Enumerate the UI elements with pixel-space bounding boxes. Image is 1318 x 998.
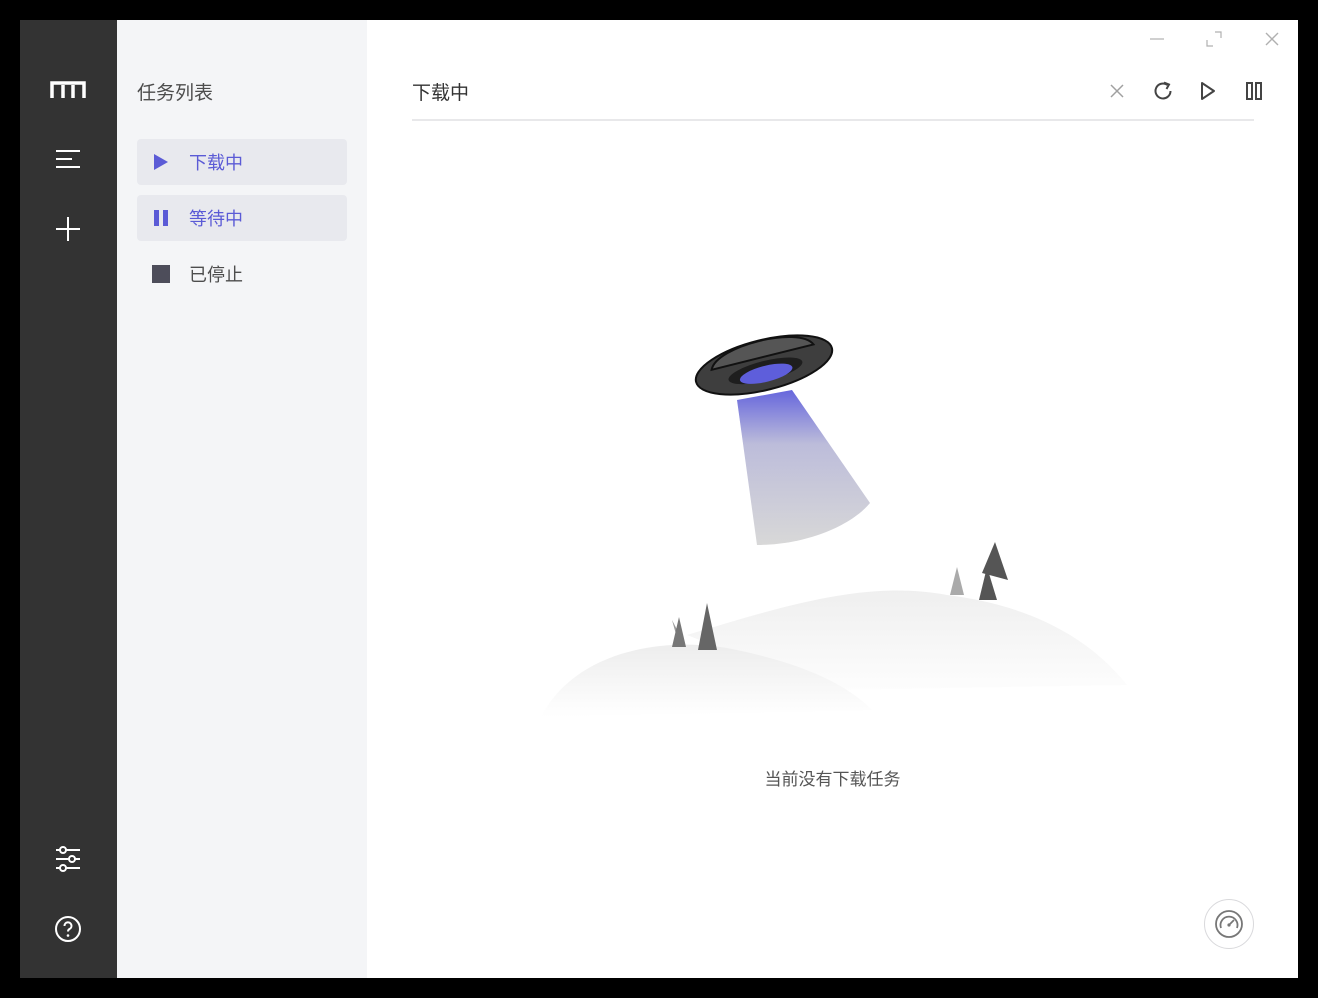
sliders-icon[interactable] [44,835,92,883]
refresh-icon[interactable] [1148,76,1178,106]
menu-lines-icon[interactable] [44,135,92,183]
app-window: 任务列表 下载中 等待中 已停止 下载中 当前没有下载任务 [20,20,1298,978]
speedometer-icon[interactable] [1204,899,1254,949]
nav-rail [20,20,117,978]
play-outline-icon[interactable] [1193,76,1223,106]
sidebar-item-stopped[interactable]: 已停止 [137,251,347,297]
play-icon [151,152,171,172]
sidebar-item-label: 已停止 [189,265,243,286]
sidebar-item-downloading[interactable]: 下载中 [137,139,347,185]
maximize-icon[interactable] [1197,24,1231,54]
close-icon[interactable] [1255,24,1289,54]
clear-icon[interactable] [1102,76,1132,106]
sidebar-item-label: 等待中 [189,209,243,230]
empty-state-text: 当前没有下载任务 [764,770,901,790]
motrix-logo-icon[interactable] [44,66,92,114]
page-title: 下载中 [412,82,470,104]
question-circle-icon[interactable] [44,905,92,953]
minimize-icon[interactable] [1140,24,1174,54]
header-divider [412,119,1254,121]
main-panel: 下载中 当前没有下载任务 [367,20,1298,978]
sidebar-item-waiting[interactable]: 等待中 [137,195,347,241]
stop-icon [151,264,171,284]
pause-icon [151,208,171,228]
sidebar-item-label: 下载中 [189,153,243,174]
pause-outline-icon[interactable] [1239,76,1269,106]
plus-icon[interactable] [44,205,92,253]
sidebar-title: 任务列表 [137,82,214,104]
ufo-illustration [507,305,1157,729]
task-sidebar: 任务列表 下载中 等待中 已停止 [117,20,367,978]
